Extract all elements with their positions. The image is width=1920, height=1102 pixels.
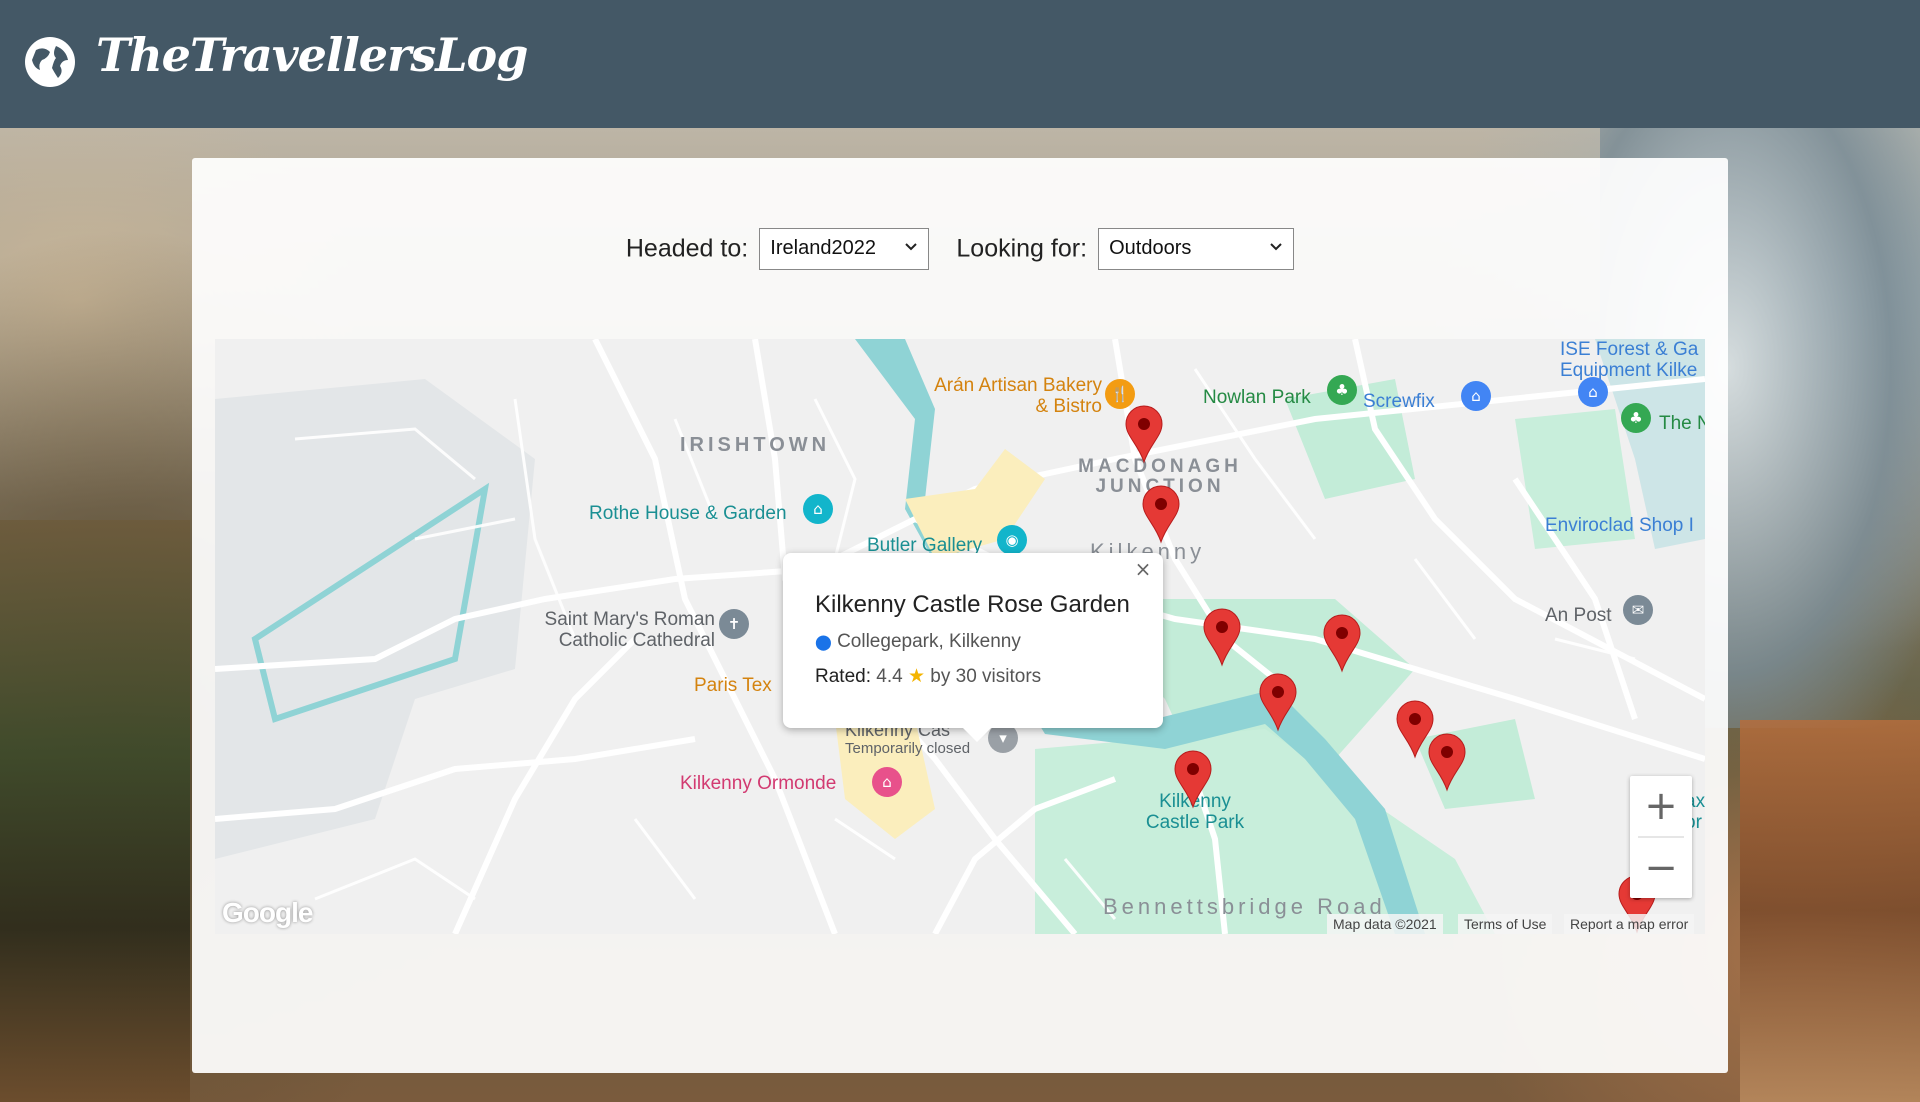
info-window-title: Kilkenny Castle Rose Garden bbox=[815, 591, 1130, 618]
globe-icon[interactable] bbox=[22, 34, 78, 90]
park-icon[interactable]: ♣ bbox=[1621, 403, 1651, 433]
poi-an-post[interactable]: An Post bbox=[1545, 605, 1612, 627]
shopping-icon[interactable]: ⌂ bbox=[1461, 381, 1491, 411]
map-marker[interactable] bbox=[1202, 607, 1242, 667]
poi-the-n[interactable]: The N bbox=[1659, 413, 1705, 435]
chevron-down-icon bbox=[905, 243, 918, 251]
mail-icon[interactable]: ✉ bbox=[1623, 595, 1653, 625]
park-icon[interactable]: ♣ bbox=[1327, 375, 1357, 405]
map-marker[interactable] bbox=[1258, 672, 1298, 732]
map-marker[interactable] bbox=[1427, 732, 1467, 792]
poi-enviroclad-shop[interactable]: Enviroclad Shop I bbox=[1545, 515, 1694, 537]
gallery-icon[interactable]: ◉ bbox=[997, 525, 1027, 555]
report-map-error-link[interactable]: Report a map error bbox=[1564, 914, 1695, 934]
poi-ise-forest[interactable]: ISE Forest & Ga Equipment Kilke bbox=[1560, 339, 1705, 381]
poi-aran-bakery[interactable]: Arán Artisan Bakery & Bistro bbox=[932, 375, 1102, 417]
chevron-down-icon bbox=[1270, 243, 1282, 251]
church-icon[interactable]: ✝ bbox=[719, 609, 749, 639]
looking-for-label: Looking for: bbox=[956, 234, 1088, 263]
poi-screwfix[interactable]: Screwfix bbox=[1363, 391, 1435, 413]
map-data-attribution: Map data ©2021 bbox=[1327, 914, 1443, 934]
hotel-icon[interactable]: ⌂ bbox=[872, 767, 902, 797]
map-marker[interactable] bbox=[1322, 613, 1362, 673]
map-marker[interactable] bbox=[1124, 404, 1164, 464]
map-marker[interactable] bbox=[1141, 484, 1181, 544]
site-header: TheTravellersLog bbox=[0, 0, 1920, 128]
background-cliff-left bbox=[0, 520, 190, 1102]
rating-value: 4.4 bbox=[876, 666, 903, 687]
visitor-count: by 30 visitors bbox=[930, 666, 1042, 687]
rated-label: Rated: bbox=[815, 666, 871, 687]
headed-to-label: Headed to: bbox=[625, 234, 749, 263]
site-title[interactable]: TheTravellersLog bbox=[96, 28, 528, 82]
category-select-value: Outdoors bbox=[1109, 237, 1192, 259]
info-window-address: ⬤ Collegepark, Kilkenny bbox=[815, 631, 1021, 653]
shopping-icon[interactable]: ⌂ bbox=[1578, 377, 1608, 407]
poi-st-marys-cathedral[interactable]: Saint Mary's Roman Catholic Cathedral bbox=[527, 609, 715, 651]
background-cliff-right bbox=[1740, 720, 1920, 1102]
info-window-address-text: Collegepark, Kilkenny bbox=[837, 631, 1021, 652]
zoom-in-button[interactable]: + bbox=[1630, 776, 1692, 836]
destination-select[interactable]: Ireland2022 bbox=[759, 228, 930, 270]
poi-temporarily-closed: Temporarily closed bbox=[845, 740, 971, 757]
map-area-irishtown: IRISHTOWN bbox=[680, 434, 831, 456]
zoom-out-button[interactable]: − bbox=[1630, 838, 1692, 898]
map-info-window: × Kilkenny Castle Rose Garden ⬤ Collegep… bbox=[783, 553, 1163, 742]
google-logo[interactable]: Google bbox=[222, 897, 313, 929]
map-marker[interactable] bbox=[1173, 749, 1213, 809]
poi-paris-tex[interactable]: Paris Tex bbox=[694, 675, 772, 697]
info-window-rating: Rated: 4.4 ★ by 30 visitors bbox=[815, 665, 1041, 688]
terms-of-use-link[interactable]: Terms of Use bbox=[1458, 914, 1553, 934]
poi-rothe-house[interactable]: Rothe House & Garden bbox=[589, 503, 787, 525]
poi-nowlan-park[interactable]: Nowlan Park bbox=[1203, 387, 1311, 409]
star-icon: ★ bbox=[907, 666, 926, 687]
poi-kilkenny-ormonde[interactable]: Kilkenny Ormonde bbox=[680, 773, 836, 795]
zoom-controls: + − bbox=[1630, 776, 1692, 898]
category-select[interactable]: Outdoors bbox=[1098, 228, 1295, 270]
museum-icon[interactable]: ⌂ bbox=[803, 494, 833, 524]
filter-bar: Headed to: Ireland2022 Looking for: Outd… bbox=[0, 228, 1920, 270]
close-icon[interactable]: × bbox=[1131, 557, 1155, 581]
location-pin-icon: ⬤ bbox=[815, 634, 832, 651]
destination-select-value: Ireland2022 bbox=[770, 237, 876, 259]
